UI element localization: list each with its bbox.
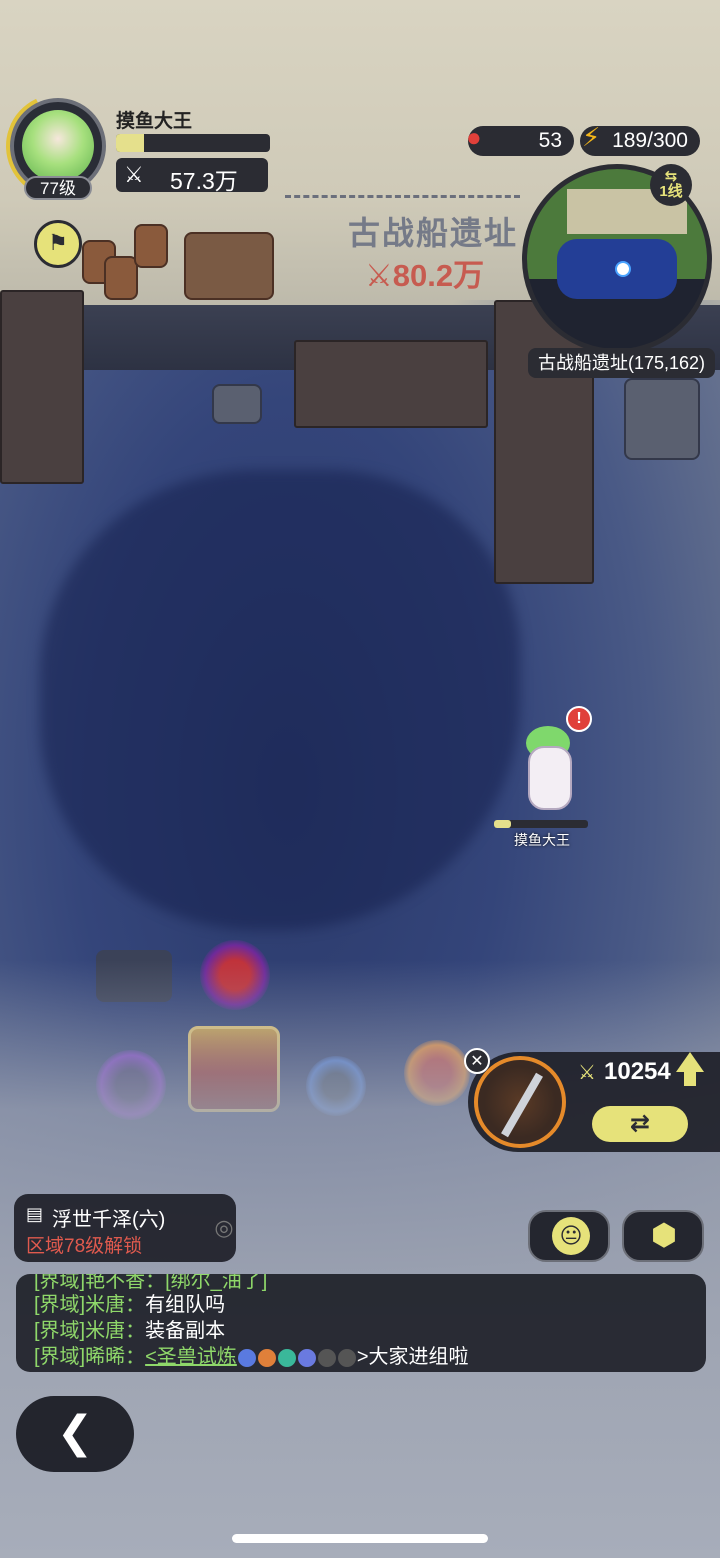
region-name: 浮世千泽(六) (52, 1209, 166, 1231)
crossed-swords-icon: ⚔ (124, 162, 144, 187)
target-icon[interactable]: ◎ (210, 1214, 238, 1242)
character-body (528, 746, 572, 810)
character-hp-bar (494, 820, 588, 828)
upgrade-arrow-icon (676, 1052, 704, 1072)
apple-icon: ● (466, 122, 482, 152)
chat-link[interactable]: <圣兽试炼 (145, 1346, 237, 1368)
chat-box[interactable]: [界域]艳不香：[绑尔_油了] [界域]米唐：有组队吗 [界域]米唐：装备副本 … (16, 1274, 706, 1372)
badge-icon (317, 1348, 336, 1367)
level-badge: 77级 (24, 176, 92, 200)
katana-icon[interactable] (474, 1056, 566, 1148)
player-character[interactable] (518, 716, 578, 812)
dock-left (0, 290, 84, 484)
rock (212, 384, 262, 424)
deep-water-shadow (40, 470, 520, 930)
exp-bar (116, 134, 270, 152)
barrel (134, 224, 168, 268)
close-icon[interactable]: ✕ (464, 1048, 490, 1074)
flag-icon[interactable]: ⚑ (34, 220, 82, 268)
swap-button[interactable]: ⇄ (592, 1106, 688, 1142)
region-panel[interactable]: ▤ 浮世千泽(六) 区域78级解锁 ◎ (14, 1194, 236, 1262)
chat-line: [界域]米唐：有组队吗 (34, 1294, 226, 1316)
badge-icon (337, 1348, 356, 1367)
dock-middle (294, 340, 488, 428)
player-name: 摸鱼大王 (116, 111, 193, 132)
power-box: ⚔ 57.3万 (116, 158, 268, 194)
badge-icon (297, 1348, 316, 1367)
chat-line: [界域]米唐：装备副本 (34, 1320, 226, 1342)
document-icon: ▤ (26, 1204, 44, 1224)
barrel (104, 256, 138, 300)
server-line-button[interactable]: ⇆ 1线 (650, 164, 692, 206)
home-indicator[interactable] (232, 1534, 488, 1543)
zone-power: ⚔80.2万 (365, 258, 485, 293)
lightning-icon: ⚡ (582, 122, 601, 152)
zone-title: 古战船遗址 (348, 215, 519, 251)
neutral-face-icon: 😐 (552, 1217, 590, 1255)
character-name: 摸鱼大王 (514, 832, 570, 848)
inventory-button[interactable]: ⬢ (622, 1210, 704, 1262)
energy-counter[interactable]: ⚡ 189/300 (580, 122, 700, 156)
region-unlock-text: 区域78级解锁 (26, 1236, 143, 1257)
apple-counter[interactable]: ● 53 (466, 122, 574, 156)
emoji-button[interactable]: 😐 (528, 1210, 610, 1262)
badge-icon (257, 1348, 276, 1367)
badge-icon (277, 1348, 296, 1367)
badge-icon (237, 1348, 256, 1367)
rock (624, 378, 700, 460)
player-position-marker (615, 261, 631, 277)
weapon-power: 10254 (604, 1058, 671, 1085)
crossed-swords-icon: ⚔ (578, 1062, 596, 1084)
chat-line: [界域]晞晞：<圣兽试炼 >大家进组啦 (34, 1346, 469, 1368)
crate (184, 232, 274, 300)
player-power: 57.3万 (170, 168, 238, 194)
location-label: 古战船遗址(175,162) (528, 348, 716, 378)
back-button[interactable]: ❮ (16, 1396, 134, 1472)
quest-alert-icon[interactable]: ! (566, 706, 592, 732)
cube-icon: ⬢ (650, 1219, 678, 1252)
